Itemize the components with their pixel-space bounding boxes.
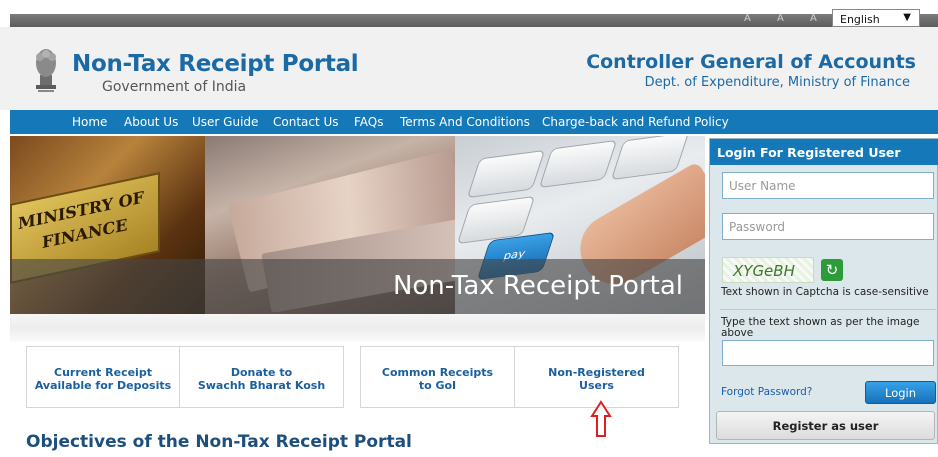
link-line: Common Receipts xyxy=(381,366,494,379)
keyboard-key xyxy=(538,139,618,189)
username-input[interactable]: User Name xyxy=(722,172,934,199)
portal-subtitle: Government of India xyxy=(102,79,247,95)
link-group-2: Common Receipts to GoI Non-Registered Us… xyxy=(360,346,679,408)
common-receipts-link[interactable]: Common Receipts to GoI xyxy=(361,347,514,407)
link-line: Users xyxy=(579,379,614,392)
link-line: Available for Deposits xyxy=(34,379,172,392)
password-input[interactable]: Password xyxy=(722,213,934,240)
portal-title: Non-Tax Receipt Portal xyxy=(72,51,359,77)
objectives-heading: Objectives of the Non-Tax Receipt Portal xyxy=(26,432,412,452)
captcha-prompt: Type the text shown as per the image abo… xyxy=(721,316,920,339)
nav-contact-us[interactable]: Contact Us xyxy=(273,115,339,129)
hero-banner: MINISTRY OF FINANCE pay Non-Tax Receipt … xyxy=(10,136,705,314)
top-strip: A A A English ▼ xyxy=(0,0,938,27)
font-normal-control[interactable]: A xyxy=(777,13,784,24)
link-line: Donate to xyxy=(230,366,293,379)
forgot-password-link[interactable]: Forgot Password? xyxy=(721,386,812,398)
nav-faqs[interactable]: FAQs xyxy=(354,115,384,129)
link-line: to GoI xyxy=(418,379,457,392)
link-group-1: Current Receipt Available for Deposits D… xyxy=(26,346,344,408)
captcha-note: Text shown in Captcha is case-sensitive xyxy=(721,286,929,298)
language-value: English xyxy=(840,13,880,26)
banner-shadow xyxy=(10,314,705,342)
top-bar xyxy=(10,14,938,27)
page: A A A English ▼ Non-Tax Receipt Portal G… xyxy=(0,0,938,457)
link-line: Non-Registered xyxy=(548,366,645,379)
link-line: Current Receipt xyxy=(54,366,152,379)
login-heading: Login For Registered User xyxy=(710,139,938,165)
organization-title: Controller General of Accounts xyxy=(586,51,916,73)
main-nav: Home About Us User Guide Contact Us FAQs… xyxy=(10,110,938,134)
nav-refund-policy[interactable]: Charge-back and Refund Policy xyxy=(542,115,729,129)
login-button[interactable]: Login xyxy=(865,381,936,404)
emblem-icon xyxy=(36,49,56,92)
red-arrow-icon xyxy=(590,400,612,437)
font-increase-control[interactable]: A xyxy=(810,13,817,24)
nav-user-guide[interactable]: User Guide xyxy=(192,115,258,129)
nav-home[interactable]: Home xyxy=(72,115,107,129)
language-select[interactable]: English ▼ xyxy=(832,9,920,27)
keyboard-key xyxy=(466,149,546,199)
font-decrease-control[interactable]: A xyxy=(744,13,751,24)
register-button[interactable]: Register as user xyxy=(716,411,935,440)
chevron-down-icon: ▼ xyxy=(903,12,911,23)
divider xyxy=(720,309,936,310)
banner-caption: Non-Tax Receipt Portal xyxy=(392,271,683,301)
header: Non-Tax Receipt Portal Government of Ind… xyxy=(0,27,938,110)
login-panel: Login For Registered User User Name Pass… xyxy=(709,138,938,444)
refresh-captcha-icon[interactable]: ↻ xyxy=(821,259,843,281)
donate-swachh-bharat-link[interactable]: Donate to Swachh Bharat Kosh xyxy=(180,347,343,407)
nav-about-us[interactable]: About Us xyxy=(124,115,178,129)
current-receipt-link[interactable]: Current Receipt Available for Deposits xyxy=(27,347,179,407)
captcha-input[interactable] xyxy=(722,340,934,366)
nav-terms[interactable]: Terms And Conditions xyxy=(400,115,530,129)
captcha-image: XYGeBH xyxy=(722,257,814,283)
non-registered-users-link[interactable]: Non-Registered Users xyxy=(515,347,678,407)
organization-subtitle: Dept. of Expenditure, Ministry of Financ… xyxy=(644,75,910,90)
link-line: Swachh Bharat Kosh xyxy=(197,379,326,392)
